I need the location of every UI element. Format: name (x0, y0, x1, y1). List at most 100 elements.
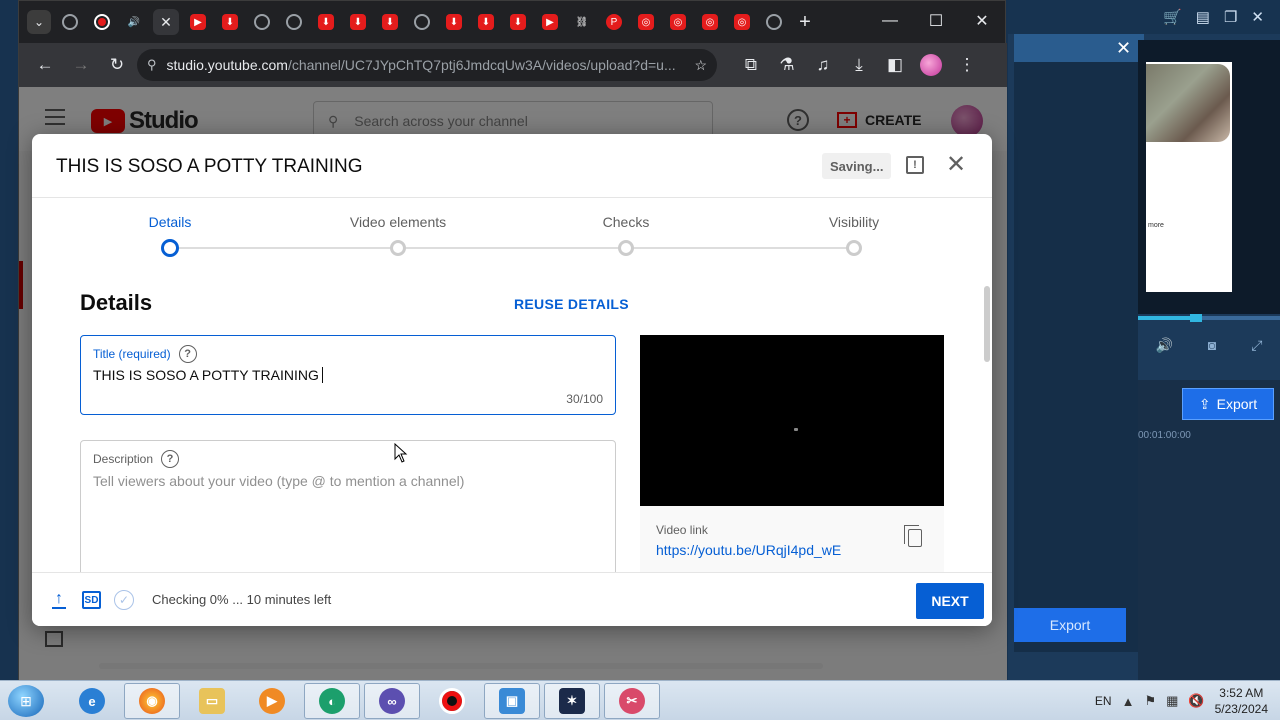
tab-download-7[interactable]: ⬇ (505, 9, 531, 35)
media-control-icon[interactable]: ♫ (807, 49, 839, 81)
tab-red-4[interactable]: ◎ (729, 9, 755, 35)
new-tab-icon[interactable]: + (793, 11, 817, 34)
internet-explorer-icon: e (79, 688, 105, 714)
step-details-dot[interactable] (161, 239, 179, 257)
extensions-icon[interactable]: ⧉ (735, 49, 767, 81)
menu-kebab-icon[interactable]: ⋮ (951, 49, 983, 81)
tab-download-3[interactable]: ⬇ (345, 9, 371, 35)
window-close-icon[interactable]: ✕ (959, 1, 1005, 41)
tab-download-6[interactable]: ⬇ (473, 9, 499, 35)
next-button[interactable]: NEXT (916, 583, 984, 619)
downloads-icon[interactable]: ⤓ (843, 49, 875, 81)
site-info-icon[interactable]: ⚲ (147, 57, 157, 73)
back-icon[interactable]: ← (29, 49, 61, 81)
reload-icon[interactable]: ↻ (101, 49, 133, 81)
youtube-icon: ▶ (190, 14, 206, 30)
upload-arrow-icon[interactable]: ↑ (52, 591, 66, 609)
taskbar-explorer[interactable]: ▭ (184, 683, 240, 719)
tab-globe[interactable] (57, 9, 83, 35)
taskbar-media[interactable]: ▶ (244, 683, 300, 719)
forward-icon[interactable]: → (65, 49, 97, 81)
language-indicator[interactable]: EN (1095, 694, 1112, 708)
tab-close-active[interactable]: ✕ (153, 9, 179, 35)
cart-icon[interactable]: 🛒 (1163, 8, 1182, 26)
taskbar-screen-app[interactable]: ▣ (484, 683, 540, 719)
tab-download-1[interactable]: ⬇ (217, 9, 243, 35)
step-checks[interactable]: Checks (556, 214, 696, 230)
feedback-icon[interactable]: ! (906, 156, 924, 174)
camera-icon[interactable]: ◙ (1208, 337, 1216, 353)
taskbar-snipping[interactable]: ✂ (604, 683, 660, 719)
title-field[interactable]: Title (required) ? THIS IS SOSO A POTTY … (80, 335, 616, 415)
step-visibility[interactable]: Visibility (784, 214, 924, 230)
network-icon[interactable]: ▦ (1166, 693, 1178, 709)
tab-youtube[interactable]: ▶ (185, 9, 211, 35)
tab-search-button[interactable]: ⌄ (27, 10, 51, 34)
dialog-scrollbar[interactable] (984, 286, 990, 362)
panel-close-icon[interactable]: ✕ (1116, 38, 1131, 59)
labs-flask-icon[interactable]: ⚗ (771, 49, 803, 81)
taskbar-video-editor[interactable]: ✶ (544, 683, 600, 719)
document-icon[interactable]: ▤ (1196, 8, 1210, 26)
title-help-icon[interactable]: ? (178, 345, 197, 363)
tab-red-3[interactable]: ◎ (697, 9, 723, 35)
description-field[interactable]: Description ? Tell viewers about your vi… (80, 440, 616, 580)
export-button[interactable]: ⇪ Export (1182, 388, 1274, 420)
tab-link[interactable]: ⛓ (569, 9, 595, 35)
sd-quality-icon[interactable]: SD (82, 591, 101, 609)
taskbar-app-green[interactable]: ◐ (304, 683, 360, 719)
close-icon[interactable]: ✕ (1251, 8, 1264, 26)
side-panel-icon[interactable]: ◧ (879, 49, 911, 81)
taskbar-firefox[interactable]: ◉ (124, 683, 180, 719)
taskbar-app-infinity[interactable]: ∞ (364, 683, 420, 719)
tab-recorder[interactable] (89, 9, 115, 35)
step-video-elements-dot[interactable] (390, 240, 406, 256)
step-checks-dot[interactable] (618, 240, 634, 256)
minimize-icon[interactable]: — (867, 1, 913, 41)
taskbar-ie[interactable]: e (64, 683, 120, 719)
tray-expand-icon[interactable]: ▲ (1122, 694, 1135, 709)
restore-icon[interactable]: ❐ (1224, 8, 1237, 26)
dialog-close-icon[interactable]: ✕ (944, 151, 968, 178)
flag-icon[interactable]: ⚑ (1144, 693, 1156, 709)
title-input[interactable]: THIS IS SOSO A POTTY TRAINING (93, 367, 323, 383)
tab-download-5[interactable]: ⬇ (441, 9, 467, 35)
step-visibility-dot[interactable] (846, 240, 862, 256)
tab-globe-2[interactable] (249, 9, 275, 35)
horizontal-scrollbar[interactable] (99, 663, 823, 669)
description-help-icon[interactable]: ? (161, 450, 180, 468)
tab-download-2[interactable]: ⬇ (313, 9, 339, 35)
tab-audio[interactable]: 🔊 (121, 9, 147, 35)
video-player[interactable] (640, 335, 944, 506)
step-details[interactable]: Details (100, 214, 240, 230)
dialog-header: THIS IS SOSO A POTTY TRAINING Saving... … (32, 134, 992, 198)
profile-avatar[interactable] (915, 49, 947, 81)
tab-globe-5[interactable] (761, 9, 787, 35)
timeline-knob[interactable] (1190, 314, 1202, 322)
tab-pinterest[interactable]: P (601, 9, 627, 35)
fullscreen-icon[interactable]: ⤢ (1251, 337, 1262, 354)
bookmark-star-icon[interactable]: ☆ (694, 57, 707, 74)
tab-download-4[interactable]: ⬇ (377, 9, 403, 35)
volume-muted-icon[interactable]: 🔇 (1188, 693, 1204, 709)
step-video-elements[interactable]: Video elements (328, 214, 468, 230)
tab-globe-3[interactable] (281, 9, 307, 35)
checks-status-icon[interactable]: ✓ (114, 590, 134, 610)
address-bar[interactable]: ⚲ studio.youtube.com/channel/UC7JYpChTQ7… (137, 49, 717, 81)
stepper-line (170, 247, 854, 249)
taskbar-recorder[interactable] (424, 683, 480, 719)
maximize-icon[interactable]: ☐ (913, 1, 959, 41)
red-app-icon: ◎ (702, 14, 718, 30)
editor-timeline-slider[interactable] (1138, 314, 1280, 322)
clock[interactable]: 3:52 AM 5/23/2024 (1215, 685, 1268, 717)
tab-red-2[interactable]: ◎ (665, 9, 691, 35)
export-big-button[interactable]: Export (1014, 608, 1126, 642)
copy-icon[interactable] (904, 525, 922, 547)
volume-icon[interactable]: 🔊 (1155, 337, 1172, 354)
start-button[interactable]: ⊞ (8, 685, 44, 717)
tab-red-1[interactable]: ◎ (633, 9, 659, 35)
tab-youtube-2[interactable]: ▶ (537, 9, 563, 35)
tab-globe-4[interactable] (409, 9, 435, 35)
reuse-details-button[interactable]: REUSE DETAILS (514, 296, 629, 312)
video-link[interactable]: https://youtu.be/URqjI4pd_wE (656, 542, 841, 558)
